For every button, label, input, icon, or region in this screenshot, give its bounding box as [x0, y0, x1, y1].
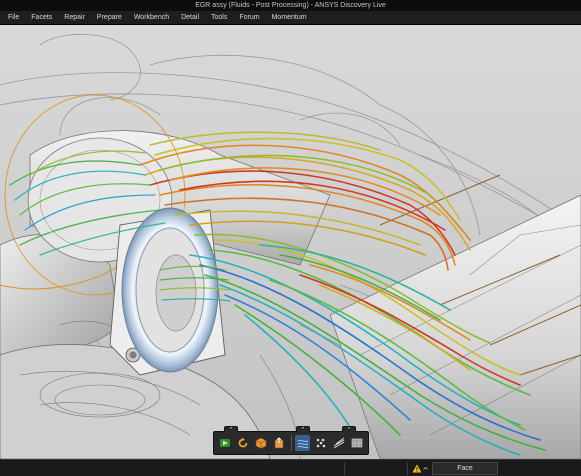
surface-plot-icon [351, 438, 363, 448]
post-processing-toolbar: • • • [213, 426, 369, 455]
surface-plot-button[interactable] [350, 435, 364, 451]
toolbar-handle-left[interactable]: • [224, 426, 238, 432]
menu-forum[interactable]: Forum [233, 11, 265, 25]
flow-lines-button[interactable] [332, 435, 346, 451]
cube-icon [256, 437, 267, 449]
toolbar-handle-mid[interactable]: • [296, 426, 310, 432]
status-separator [407, 462, 408, 475]
selection-mode-dropdown[interactable]: Face [432, 462, 498, 475]
particles-icon [316, 438, 325, 448]
streamlines-button[interactable] [295, 435, 310, 451]
toolbar-handle-right[interactable]: • [342, 426, 356, 432]
particles-button[interactable] [314, 435, 328, 451]
status-bar: Face [0, 459, 581, 476]
streamlines-icon [297, 439, 308, 449]
solid-view-button[interactable] [254, 435, 268, 451]
flow-lines-icon [333, 437, 345, 449]
refresh-icon [238, 437, 248, 448]
status-separator [344, 462, 345, 475]
export-box-button[interactable] [272, 435, 286, 451]
warning-indicator[interactable] [412, 463, 430, 474]
play-icon [220, 439, 231, 447]
menu-bar: File Facets Repair Prepare Workbench Det… [0, 11, 581, 25]
menu-facets[interactable]: Facets [25, 11, 58, 25]
menu-workbench[interactable]: Workbench [128, 11, 175, 25]
chevron-up-icon [423, 466, 428, 470]
toolbar-separator [290, 435, 292, 451]
menu-detail[interactable]: Detail [175, 11, 205, 25]
warning-icon [412, 464, 422, 473]
menu-prepare[interactable]: Prepare [91, 11, 128, 25]
scene-graphics [0, 33, 581, 459]
menu-tools[interactable]: Tools [205, 11, 233, 25]
box-export-icon [275, 437, 284, 449]
menu-file[interactable]: File [2, 11, 25, 25]
play-button[interactable] [218, 435, 232, 451]
window-title: EGR assy (Fluids - Post Processing) - AN… [0, 0, 581, 11]
3d-viewport[interactable] [0, 25, 581, 459]
refresh-button[interactable] [236, 435, 250, 451]
menu-repair[interactable]: Repair [58, 11, 91, 25]
menu-momentum[interactable]: Momentum [266, 11, 313, 25]
